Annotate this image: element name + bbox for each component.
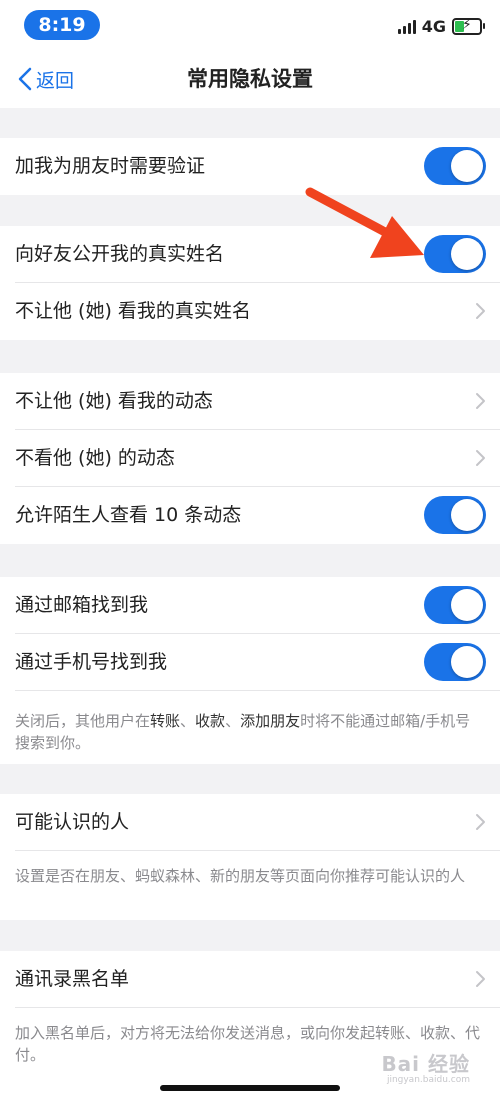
group-moments: 不让他 (她) 看我的动态 不看他 (她) 的动态 允许陌生人查看 10 条动态: [0, 373, 500, 544]
strangers-moments-label: 允许陌生人查看 10 条动态: [15, 504, 242, 526]
realname-hide-label: 不让他 (她) 看我的真实姓名: [15, 300, 251, 322]
back-button[interactable]: 返回: [18, 50, 74, 108]
chevron-right-icon: [476, 303, 485, 319]
annotation-arrow-icon: [305, 187, 424, 258]
row-people-you-may-know[interactable]: 可能认识的人: [0, 794, 500, 851]
row-realname-hide[interactable]: 不让他 (她) 看我的真实姓名: [0, 283, 500, 340]
row-hide-their-moments[interactable]: 不看他 (她) 的动态: [0, 430, 500, 487]
group-find-me: 通过邮箱找到我 通过手机号找到我 关闭后，其他用户在转账、收款、添加朋友时将不能…: [0, 577, 500, 764]
row-find-by-email: 通过邮箱找到我: [0, 577, 500, 634]
chevron-right-icon: [476, 814, 485, 830]
chevron-right-icon: [476, 971, 485, 987]
find-by-email-toggle[interactable]: [424, 586, 486, 624]
home-indicator: [160, 1085, 340, 1091]
strangers-moments-toggle[interactable]: [424, 496, 486, 534]
watermark: Bai 经验: [381, 1052, 470, 1076]
status-bar: 8:19 4G ⚡: [0, 0, 500, 50]
verify-label: 加我为朋友时需要验证: [15, 155, 206, 177]
status-indicators: 4G ⚡: [396, 16, 485, 36]
row-strangers-moments: 允许陌生人查看 10 条动态: [0, 487, 500, 544]
signal-icon: [396, 18, 416, 34]
page-title: 常用隐私设置: [187, 67, 313, 91]
find-by-email-label: 通过邮箱找到我: [15, 594, 149, 616]
back-chevron-icon: [18, 67, 32, 91]
row-blacklist[interactable]: 通讯录黑名单: [0, 951, 500, 1008]
chevron-right-icon: [476, 393, 485, 409]
battery-icon: ⚡: [452, 17, 485, 35]
status-time: 8:19: [24, 10, 100, 40]
find-me-note: 关闭后，其他用户在转账、收款、添加朋友时将不能通过邮箱/手机号搜索到你。: [15, 712, 471, 752]
row-find-by-phone: 通过手机号找到我: [0, 634, 500, 691]
blacklist-label: 通讯录黑名单: [15, 968, 130, 990]
group-people-you-may-know: 可能认识的人 设置是否在朋友、蚂蚁森林、新的朋友等页面向你推荐可能认识的人: [0, 794, 500, 920]
verify-toggle[interactable]: [424, 147, 486, 185]
nav-bar: 常用隐私设置 返回: [0, 50, 500, 108]
chevron-right-icon: [476, 450, 485, 466]
people-you-may-know-label: 可能认识的人: [15, 811, 130, 833]
find-by-phone-toggle[interactable]: [424, 643, 486, 681]
note-keyword: 添加朋友: [240, 712, 301, 730]
find-by-phone-label: 通过手机号找到我: [15, 651, 168, 673]
note-keyword: 收款: [195, 712, 226, 730]
hide-their-moments-label: 不看他 (她) 的动态: [15, 447, 175, 469]
row-hide-my-moments[interactable]: 不让他 (她) 看我的动态: [0, 373, 500, 430]
watermark-url: jingyan.baidu.com: [386, 1075, 470, 1085]
realname-public-toggle[interactable]: [424, 235, 486, 273]
back-label: 返回: [36, 69, 75, 92]
realname-public-label: 向好友公开我的真实姓名: [15, 243, 225, 265]
people-you-may-know-note: 设置是否在朋友、蚂蚁森林、新的朋友等页面向你推荐可能认识的人: [15, 867, 466, 885]
network-type: 4G: [421, 16, 446, 36]
hide-my-moments-label: 不让他 (她) 看我的动态: [15, 390, 213, 412]
note-keyword: 转账: [150, 712, 181, 730]
